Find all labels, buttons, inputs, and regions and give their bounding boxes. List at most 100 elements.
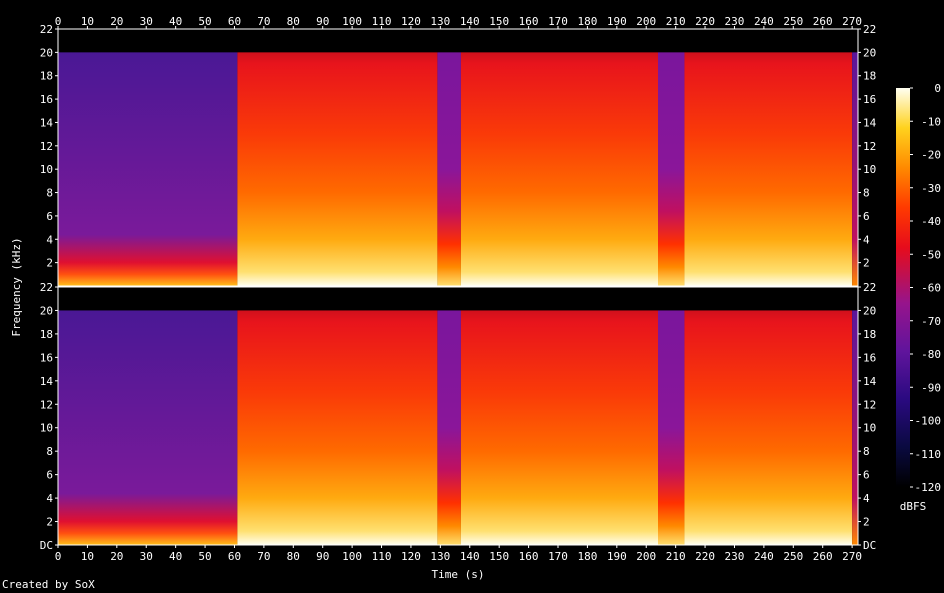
spectrum-segment [658, 310, 685, 545]
y-tick-label-left: 4 [46, 233, 53, 246]
y-tick-label-left: 8 [46, 187, 53, 200]
x-tick-label-top: 100 [342, 15, 362, 28]
y-tick-label-left: 20 [40, 304, 53, 317]
y-tick-label-right: 20 [863, 46, 876, 59]
y-tick-label-right: 12 [863, 398, 876, 411]
spectrum-segment [684, 310, 853, 545]
x-tick-label-top: 200 [636, 15, 656, 28]
y-tick-label-left: 2 [46, 257, 53, 270]
x-tick-label-top: 30 [140, 15, 153, 28]
colorbar-gradient [896, 88, 910, 487]
x-tick-label-top: 110 [372, 15, 392, 28]
credit-text: Created by SoX [2, 578, 95, 591]
spectrum-segment [460, 52, 658, 287]
y-tick-label-right: 22 [863, 281, 876, 294]
y-tick-label-right: DC [863, 539, 876, 552]
x-tick-label-bottom: 240 [754, 550, 774, 563]
y-tick-label-right: 22 [863, 23, 876, 36]
y-tick-label-left: 10 [40, 422, 53, 435]
y-tick-label-left: 22 [40, 23, 53, 36]
x-tick-label-bottom: 260 [813, 550, 833, 563]
colorbar-tick-label: -90 [921, 381, 941, 394]
x-tick-label-bottom: 60 [228, 550, 241, 563]
colorbar-tick-label: -40 [921, 215, 941, 228]
y-tick-label-right: 10 [863, 163, 876, 176]
colorbar-tick-label: -50 [921, 248, 941, 261]
x-tick-label-top: 250 [783, 15, 803, 28]
x-tick-label-bottom: 230 [725, 550, 745, 563]
y-tick-label-left: 18 [40, 70, 53, 83]
x-tick-label-top: 180 [577, 15, 597, 28]
x-tick-label-bottom: 270 [842, 550, 862, 563]
x-tick-label-top: 220 [695, 15, 715, 28]
x-tick-label-bottom: 40 [169, 550, 182, 563]
y-tick-label-left: 14 [40, 375, 54, 388]
x-tick-label-top: 150 [489, 15, 509, 28]
y-tick-label-right: 14 [863, 116, 877, 129]
y-tick-label-right: 18 [863, 70, 876, 83]
x-tick-label-top: 20 [110, 15, 123, 28]
x-tick-label-bottom: 30 [140, 550, 153, 563]
colorbar-tick-label: -80 [921, 348, 941, 361]
x-tick-label-bottom: 0 [55, 550, 62, 563]
channel-panel-1 [58, 29, 858, 287]
y-tick-label-right: 6 [863, 210, 870, 223]
y-tick-label-right: 16 [863, 93, 876, 106]
spectrum-segment [437, 52, 461, 287]
y-tick-label-right: 10 [863, 422, 876, 435]
x-tick-label-top: 140 [460, 15, 480, 28]
y-tick-label-right: 20 [863, 304, 876, 317]
x-tick-label-top: 190 [607, 15, 627, 28]
y-tick-label-right: 6 [863, 469, 870, 482]
x-tick-label-top: 50 [198, 15, 211, 28]
colorbar-tick-label: -100 [915, 415, 942, 428]
y-tick-label-left: 12 [40, 398, 53, 411]
x-tick-label-top: 70 [257, 15, 270, 28]
y-tick-label-left: 8 [46, 445, 53, 458]
colorbar-tick-label: -60 [921, 282, 941, 295]
x-tick-label-top: 90 [316, 15, 329, 28]
spectrum-segment [684, 52, 853, 287]
x-tick-label-bottom: 70 [257, 550, 270, 563]
spectrum-segment [437, 310, 461, 545]
x-tick-label-top: 170 [548, 15, 568, 28]
colorbar-tick-label: -70 [921, 315, 941, 328]
x-tick-label-bottom: 80 [287, 550, 300, 563]
y-tick-label-right: 8 [863, 445, 870, 458]
x-tick-label-top: 0 [55, 15, 62, 28]
x-tick-label-top: 210 [666, 15, 686, 28]
y-tick-label-right: 4 [863, 233, 870, 246]
y-tick-label-left: 6 [46, 210, 53, 223]
x-tick-label-bottom: 100 [342, 550, 362, 563]
spectrum-segment [658, 52, 685, 287]
spectrum-segment [852, 52, 858, 287]
channel-panel-2 [58, 287, 858, 545]
x-tick-label-top: 270 [842, 15, 862, 28]
colorbar-tick-label: -10 [921, 115, 941, 128]
x-tick-label-bottom: 10 [81, 550, 94, 563]
y-tick-label-left: 6 [46, 469, 53, 482]
colorbar-tick-label: -20 [921, 149, 941, 162]
x-axis-label: Time (s) [432, 568, 485, 581]
y-tick-label-left: 18 [40, 328, 53, 341]
y-tick-label-left: 2 [46, 516, 53, 529]
colorbar-tick-label: -30 [921, 182, 941, 195]
y-tick-label-left: 20 [40, 46, 53, 59]
y-tick-label-left: 10 [40, 163, 53, 176]
spectrum-segment [237, 52, 438, 287]
x-tick-label-top: 40 [169, 15, 182, 28]
y-tick-label-right: 2 [863, 257, 870, 270]
y-tick-label-left: 14 [40, 116, 54, 129]
y-tick-label-right: 14 [863, 375, 877, 388]
y-tick-label-left: DC [40, 539, 53, 552]
y-tick-label-right: 8 [863, 187, 870, 200]
spectrum-segment [58, 52, 238, 287]
y-tick-label-right: 18 [863, 328, 876, 341]
colorbar-tick-label: 0 [934, 82, 941, 95]
x-tick-label-top: 240 [754, 15, 774, 28]
x-tick-label-bottom: 20 [110, 550, 123, 563]
x-tick-label-top: 230 [725, 15, 745, 28]
y-tick-label-left: 16 [40, 351, 53, 364]
x-tick-label-bottom: 120 [401, 550, 421, 563]
x-tick-label-bottom: 90 [316, 550, 329, 563]
